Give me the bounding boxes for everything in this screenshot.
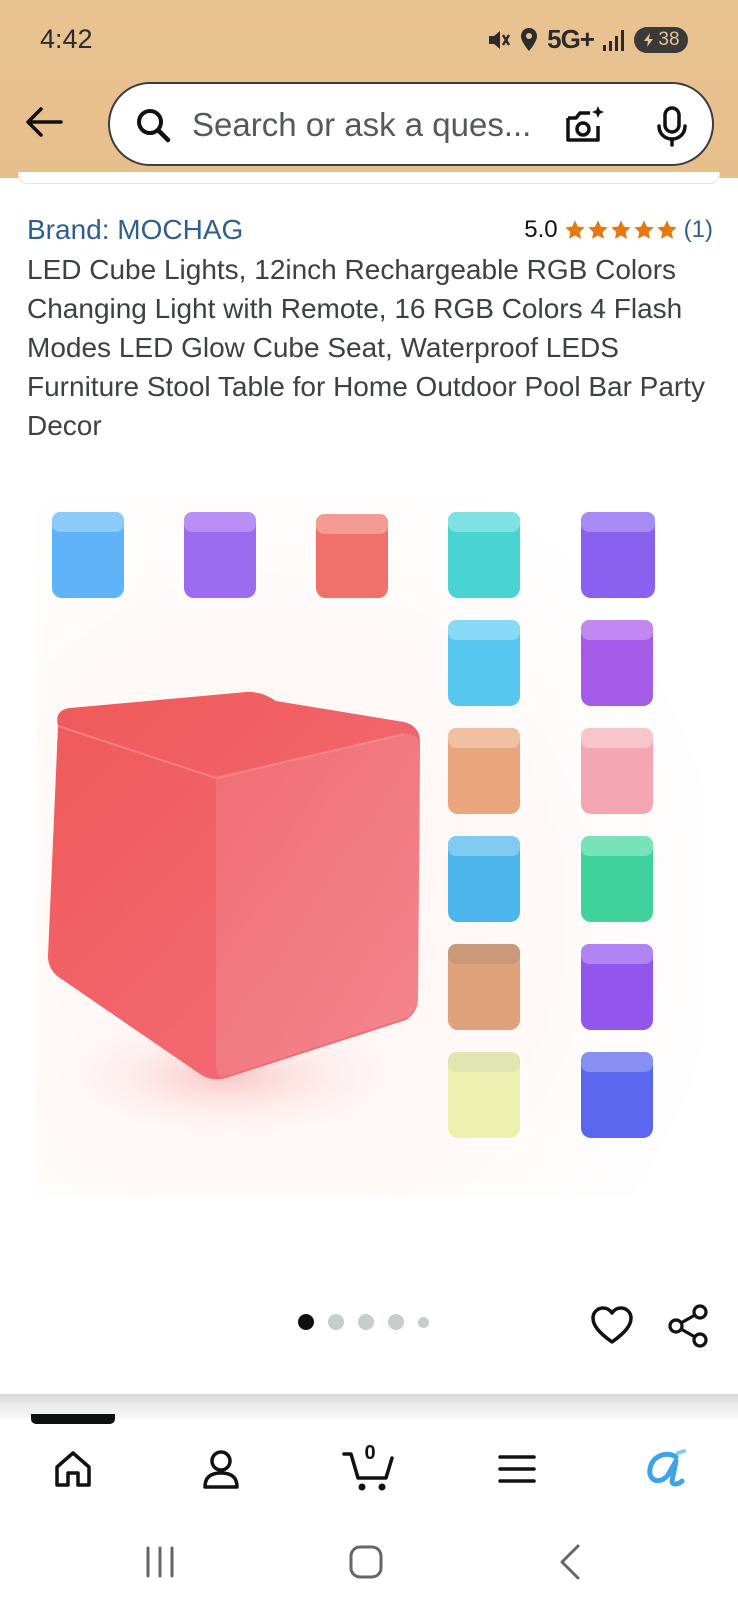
home-button-icon[interactable] (342, 1538, 390, 1586)
system-navigation-bar (0, 1524, 738, 1600)
star-rating (564, 219, 678, 241)
product-image[interactable] (36, 496, 702, 1196)
cube-swatch (52, 512, 124, 598)
menu-icon (498, 1455, 536, 1483)
carousel-dot[interactable] (358, 1314, 374, 1330)
nav-rufus[interactable] (640, 1444, 690, 1494)
star-icon (564, 220, 585, 239)
cube-swatch (581, 728, 653, 814)
battery-level: 38 (658, 28, 680, 50)
cube-swatch (448, 944, 520, 1030)
cube-swatch (581, 944, 653, 1030)
account-icon (203, 1450, 239, 1489)
star-icon (610, 220, 631, 239)
cube-swatch (316, 514, 388, 598)
star-icon (587, 220, 608, 239)
rating-summary[interactable]: 5.0 (1) (524, 216, 713, 244)
location-icon (521, 27, 538, 51)
cube-swatch (581, 836, 653, 922)
rufus-icon (647, 1449, 686, 1487)
nav-menu[interactable] (492, 1444, 542, 1494)
search-input[interactable]: Search or ask a ques... (192, 106, 531, 144)
status-time: 4:42 (40, 24, 93, 54)
cube-swatch (448, 512, 520, 598)
recent-apps-icon[interactable] (136, 1538, 184, 1586)
status-bar: 4:42 5G+ 38 (0, 0, 738, 80)
cube-swatch (184, 512, 256, 598)
cube-swatch (448, 728, 520, 814)
cube-swatch (448, 1052, 520, 1138)
carousel-dot[interactable] (328, 1314, 344, 1330)
wishlist-heart-icon[interactable] (590, 1304, 634, 1348)
app-header: 4:42 5G+ 38 Search or ask a ques... (0, 0, 738, 178)
network-type: 5G+ (547, 24, 595, 54)
back-button[interactable] (20, 98, 68, 146)
cube-swatch (448, 836, 520, 922)
product-title: LED Cube Lights, 12inch Rechargeable RGB… (27, 254, 706, 441)
microphone-icon[interactable] (650, 104, 694, 148)
nav-cart[interactable]: 0 (342, 1442, 398, 1494)
charging-icon (644, 32, 654, 47)
visual-search-camera-icon[interactable] (562, 104, 606, 148)
brand-rating-row: Brand: MOCHAG 5.0 (1) (27, 214, 713, 250)
carousel-dot[interactable] (298, 1314, 314, 1330)
battery-indicator: 38 (634, 26, 688, 53)
back-arrow-icon (26, 107, 63, 137)
star-icon (656, 220, 677, 239)
cube-swatch (581, 1052, 653, 1138)
mute-vibrate-icon (489, 30, 511, 49)
cart-count: 0 (364, 1442, 376, 1464)
system-back-icon[interactable] (548, 1538, 596, 1586)
signal-icon (603, 29, 624, 51)
status-icons: 5G+ 38 (485, 24, 688, 55)
carousel-dot[interactable] (418, 1316, 429, 1328)
header-shadow-edge (18, 172, 720, 184)
nav-account[interactable] (196, 1444, 246, 1494)
cube-swatch (581, 512, 655, 598)
search-icon (137, 109, 171, 143)
star-icon (633, 220, 654, 239)
home-icon (55, 1451, 91, 1487)
image-carousel-dots[interactable] (298, 1314, 429, 1330)
cube-swatch (448, 620, 520, 706)
carousel-dot[interactable] (388, 1314, 404, 1330)
cube-swatch (581, 620, 653, 706)
share-icon[interactable] (666, 1304, 710, 1348)
rating-count: (1) (683, 216, 713, 243)
rating-value: 5.0 (524, 216, 558, 243)
brand-link[interactable]: Brand: MOCHAG (27, 214, 243, 246)
search-bar[interactable]: Search or ask a ques... (108, 82, 714, 166)
active-tab-indicator (31, 1414, 115, 1424)
nav-home[interactable] (48, 1444, 98, 1494)
bottom-navigation: 0 (0, 1414, 738, 1524)
